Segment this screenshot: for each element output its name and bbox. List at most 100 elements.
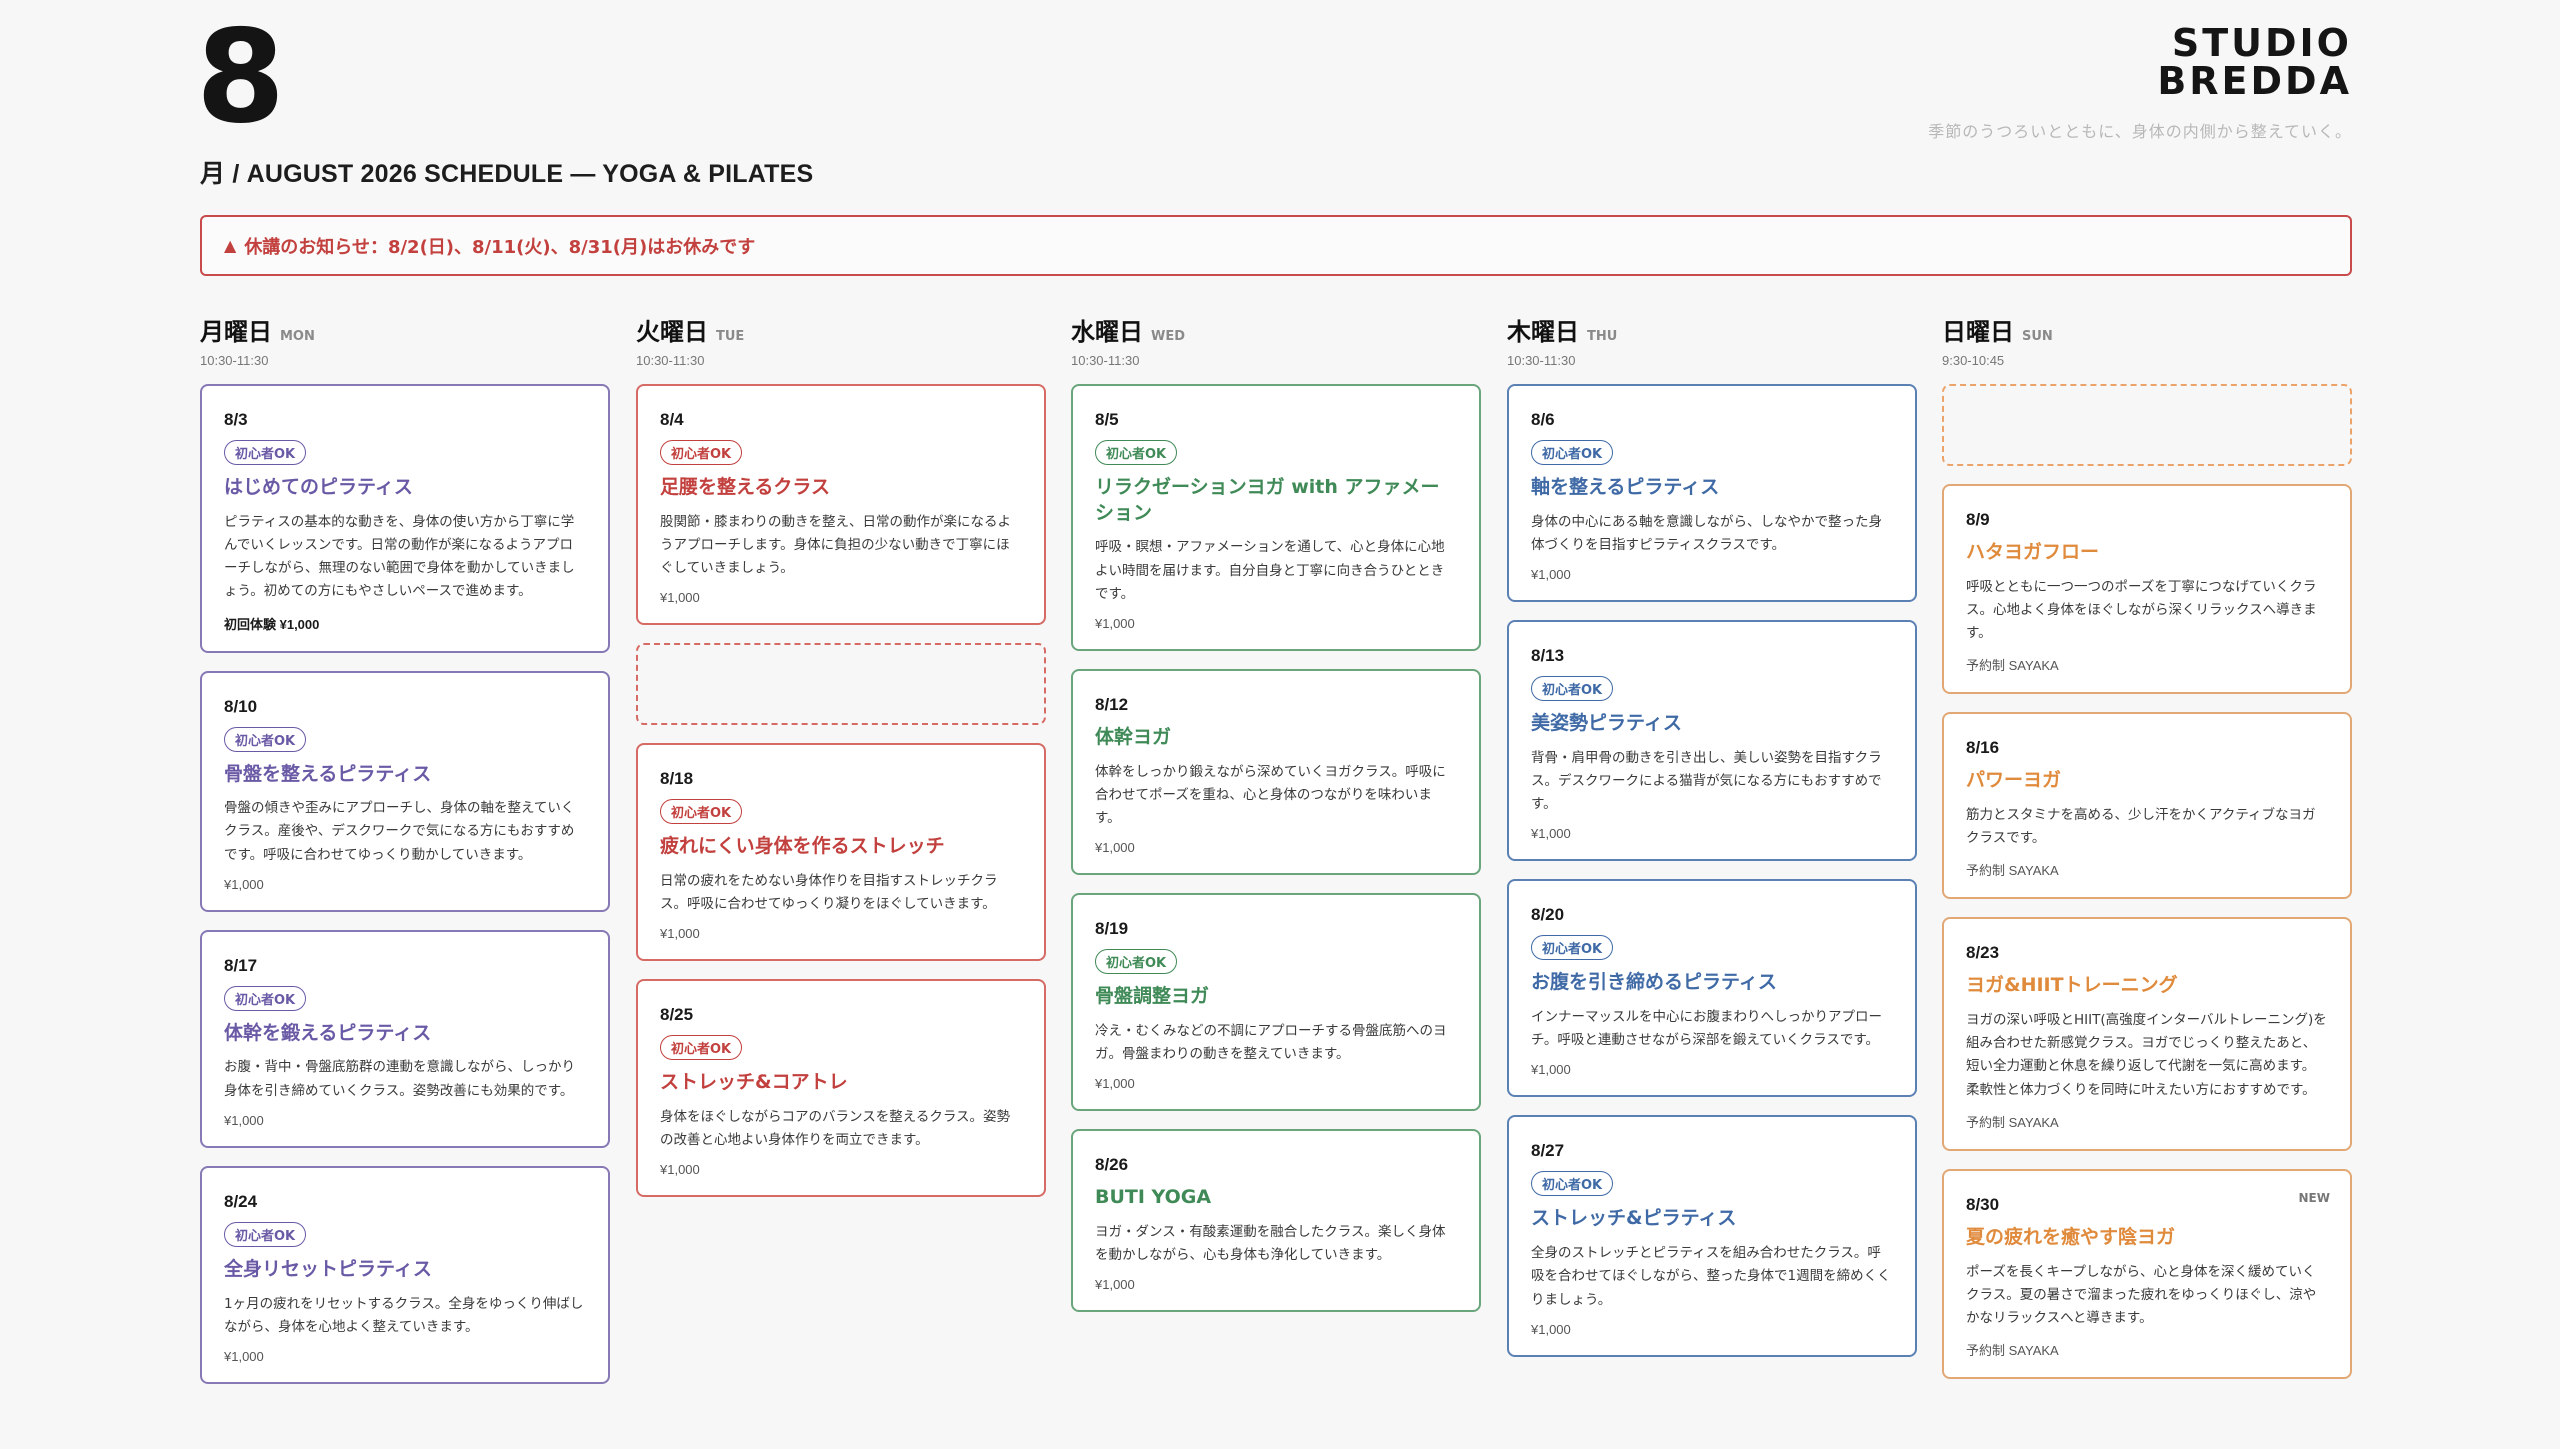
- class-description: ポーズを長くキープしながら、心と身体を深く緩めていくクラス。夏の暑さで溜まった疲…: [1966, 1263, 2317, 1326]
- beginner-ok-badge: 初心者OK: [1095, 440, 1178, 465]
- new-badge: NEW: [2298, 1190, 2330, 1205]
- day-name: 日曜日: [1942, 318, 2014, 346]
- class-card[interactable]: 8/24 初心者OK 全身リセットピラティス 1ヶ月の疲れをリセットするクラス。全身を…: [200, 1165, 610, 1384]
- class-card[interactable]: 8/9 ハタヨガフロー 呼吸とともに一つ一つのポーズを丁寧につなげていくクラス。心地…: [1942, 484, 2352, 695]
- class-date: 8/20: [1531, 905, 1565, 925]
- class-card[interactable]: 8/25 初心者OK ストレッチ&コアトレ 身体をほぐしながらコアのバランスを整えるク…: [636, 979, 1046, 1198]
- class-price: 予約制 SAYAKA: [1966, 658, 2059, 674]
- class-price: ¥1,000: [224, 876, 264, 892]
- class-price: ¥1,000: [224, 1348, 264, 1364]
- class-card-list: 8/4 初心者OK 足腰を整えるクラス 股関節・膝まわりの動きを整え、日常の動作が楽に…: [636, 384, 1046, 1215]
- studio-logo: STUDIO BREDDA: [2157, 24, 2352, 100]
- class-date: 8/24: [224, 1191, 258, 1211]
- day-column: 月曜日 MON 10:30-11:30 8/3 初心者OK はじめてのピラティス ピラティス…: [200, 312, 610, 1384]
- badge-wrap: 初心者OK: [1095, 430, 1457, 465]
- beginner-ok-badge: 初心者OK: [224, 726, 307, 752]
- class-card[interactable]: 8/26 BUTI YOGA ヨガ・ダンス・有酸素運動を融合したクラス。楽しく身体を…: [1071, 1129, 1481, 1313]
- class-description: 骨盤の傾きや歪みにアプローチし、身体の軸を整えていくクラス。産後や、デスクワーク…: [224, 800, 575, 863]
- class-description: 股関節・膝まわりの動きを整え、日常の動作が楽になるようアプローチします。身体に負…: [660, 513, 1011, 577]
- class-price: 初回体験 ¥1,000: [224, 616, 320, 632]
- beginner-ok-badge: 初心者OK: [660, 799, 743, 825]
- class-card[interactable]: 8/27 初心者OK ストレッチ&ピラティス 全身のストレッチとピラティスを組み合わせ…: [1507, 1115, 1917, 1357]
- class-price: ¥1,000: [1095, 1076, 1135, 1092]
- class-title: 体幹ヨガ: [1095, 725, 1172, 748]
- class-date: 8/18: [660, 769, 694, 789]
- class-description: ピラティスの基本的な動きを、身体の使い方から丁寧に学んでいくレッスンです。日常の…: [224, 513, 575, 600]
- class-time: 10:30-11:30: [636, 353, 705, 368]
- class-card[interactable]: 8/4 初心者OK 足腰を整えるクラス 股関節・膝まわりの動きを整え、日常の動作が楽に…: [636, 384, 1046, 626]
- beginner-ok-badge: 初心者OK: [1531, 935, 1614, 961]
- class-title: ストレッチ&コアトレ: [660, 1071, 848, 1094]
- empty-slot: [636, 643, 1046, 726]
- day-name: 火曜日: [636, 318, 708, 346]
- day-name-en: SUN: [2022, 329, 2053, 344]
- day-name-en: TUE: [716, 329, 745, 344]
- badge-wrap: 初心者OK: [660, 430, 1022, 465]
- class-date: 8/19: [1095, 919, 1129, 939]
- beginner-ok-badge: 初心者OK: [660, 1035, 743, 1061]
- class-title: ハタヨガフロー: [1966, 541, 2100, 563]
- class-card[interactable]: 8/5 初心者OK リラクゼーションヨガ with アファメーション 呼吸・瞑想・アフ…: [1071, 384, 1481, 651]
- badge-wrap: 初心者OK: [1095, 939, 1457, 975]
- class-price: ¥1,000: [1095, 615, 1135, 631]
- day-name-en: THU: [1587, 329, 1618, 344]
- class-card[interactable]: 8/6 初心者OK 軸を整えるピラティス 身体の中心にある軸を意識しながら、しなやかで…: [1507, 384, 1917, 603]
- class-date: 8/5: [1095, 410, 1119, 429]
- beginner-ok-badge: 初心者OK: [660, 440, 743, 465]
- class-price: ¥1,000: [1531, 1321, 1571, 1337]
- class-card[interactable]: 8/23 ヨガ&HIITトレーニング ヨガの深い呼吸とHIIT(高強度インターバルト…: [1942, 917, 2352, 1151]
- class-card[interactable]: 8/10 初心者OK 骨盤を整えるピラティス骨盤の傾きや歪みにアプローチし、身体の軸…: [200, 670, 610, 912]
- class-card[interactable]: 8/16 パワーヨガ 筋力とスタミナを高める、少し汗をかくアクティブなヨガクラスです…: [1942, 712, 2352, 900]
- class-description: インナーマッスルを中心にお腹まわりへしっかりアプローチ。呼吸と連動させながら深部…: [1531, 1009, 1882, 1049]
- class-description: お腹・背中・骨盤底筋群の連動を意識しながら、しっかり身体を引き締めていくクラス。…: [224, 1059, 575, 1099]
- class-title: BUTI YOGA: [1095, 1186, 1212, 1209]
- class-card[interactable]: 8/13 初心者OK 美姿勢ピラティス 背骨・肩甲骨の動きを引き出し、美しい姿勢を目指…: [1507, 620, 1917, 862]
- day-name: 月曜日: [200, 318, 272, 346]
- badge-wrap: 初心者OK: [224, 717, 586, 752]
- class-description: 身体の中心にある軸を意識しながら、しなやかで整った身体づくりを目指すピラティスク…: [1531, 513, 1882, 553]
- badge-wrap: 初心者OK: [224, 1212, 586, 1247]
- day-name-en: WED: [1151, 329, 1186, 344]
- class-title: 体幹を鍛えるピラティス: [224, 1021, 432, 1044]
- badge-wrap: 初心者OK: [660, 1025, 1022, 1061]
- class-date: 8/13: [1531, 646, 1565, 666]
- class-time: 10:30-11:30: [1507, 353, 1576, 368]
- class-date: 8/12: [1095, 694, 1129, 714]
- month-number: 8: [196, 3, 286, 152]
- class-card[interactable]: NEW 8/30 夏の疲れを癒やす陰ヨガ ポーズを長くキープしながら、心と身体を深く緩…: [1942, 1168, 2352, 1380]
- class-price: ¥1,000: [660, 926, 700, 942]
- badge-wrap: 初心者OK: [224, 430, 586, 465]
- class-description: 体幹をしっかり鍛えながら深めていくヨガクラス。呼吸に合わせてポーズを重ね、心と身…: [1095, 763, 1446, 827]
- class-date: 8/16: [1966, 738, 2000, 758]
- class-card-list: 8/9 ハタヨガフロー 呼吸とともに一つ一つのポーズを丁寧につなげていくクラス。心地…: [1942, 384, 2352, 1397]
- class-card[interactable]: 8/12 体幹ヨガ体幹をしっかり鍛えながら深めていくヨガクラス。呼吸に合わせてポー…: [1071, 668, 1481, 876]
- class-price: 予約制 SAYAKA: [1966, 863, 2059, 879]
- class-title: 骨盤調整ヨガ: [1095, 985, 1210, 1008]
- class-title: ヨガ&HIITトレーニング: [1966, 974, 2178, 997]
- class-card[interactable]: 8/3 初心者OK はじめてのピラティスピラティスの基本的な動きを、身体の使い方から…: [200, 384, 610, 653]
- class-title: 骨盤を整えるピラティス: [224, 762, 432, 785]
- class-card[interactable]: 8/20 初心者OK お腹を引き締めるピラティス インナーマッスルを中心にお腹まわりへ…: [1507, 879, 1917, 1098]
- class-date: 8/10: [224, 696, 258, 716]
- day-column-header: 木曜日 THU: [1507, 312, 1917, 347]
- class-date: 8/30: [1966, 1194, 2000, 1214]
- class-card-list: 8/3 初心者OK はじめてのピラティス ピラティスの基本的な動きを、身体の使い方から…: [200, 384, 610, 1402]
- warning-triangle-icon: ▲: [224, 236, 237, 255]
- class-date: 8/26: [1095, 1155, 1129, 1175]
- class-price: ¥1,000: [660, 1162, 700, 1178]
- class-description: 全身のストレッチとピラティスを組み合わせたクラス。呼吸を合わせてほぐしながら、整…: [1531, 1245, 1891, 1308]
- class-price: ¥1,000: [224, 1112, 264, 1128]
- badge-wrap: 初心者OK: [1531, 925, 1893, 961]
- class-title: はじめてのピラティス: [224, 476, 413, 498]
- badge-wrap: 初心者OK: [1531, 430, 1893, 465]
- class-description: 日常の疲れをためない身体作りを目指すストレッチクラス。呼吸に合わせてゆっくり凝り…: [660, 872, 998, 913]
- class-date: 8/3: [224, 410, 248, 429]
- class-date: 8/6: [1531, 410, 1555, 429]
- class-card[interactable]: 8/19 初心者OK 骨盤調整ヨガ 冷え・むくみなどの不調にアプローチする骨盤底筋への…: [1071, 893, 1481, 1112]
- closure-notice: ▲ 休講のお知らせ：8/2(日)、8/11(火)、8/31(月)はお休みです: [200, 215, 2352, 276]
- day-name: 水曜日: [1071, 318, 1143, 346]
- class-card[interactable]: 8/17 初心者OK 体幹を鍛えるピラティス お腹・背中・骨盤底筋群の連動を意識しなが…: [200, 929, 610, 1148]
- day-name: 木曜日: [1507, 318, 1579, 346]
- class-date: 8/27: [1531, 1141, 1565, 1161]
- class-card[interactable]: 8/18 初心者OK 疲れにくい身体を作るストレッチ 日常の疲れをためない身体作りを目…: [636, 743, 1046, 962]
